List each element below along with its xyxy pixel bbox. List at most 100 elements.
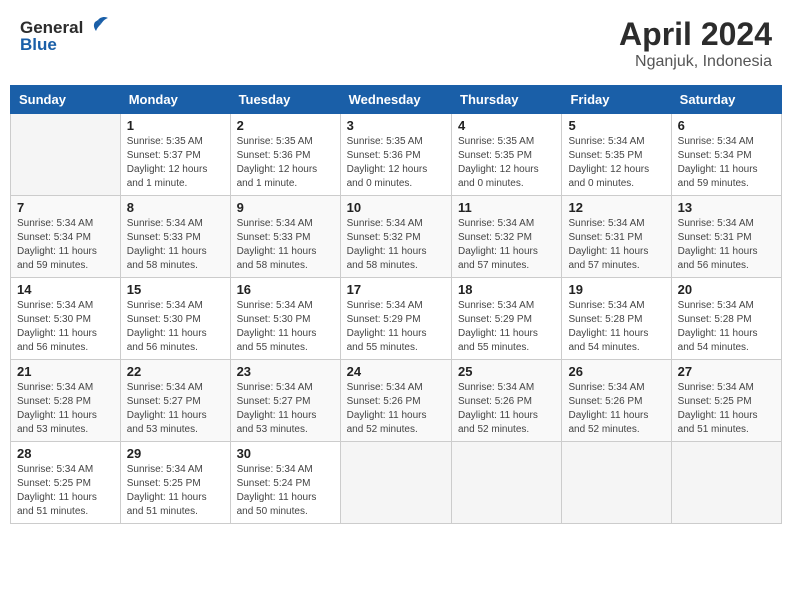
calendar-cell: 1Sunrise: 5:35 AMSunset: 5:37 PMDaylight… [120, 114, 230, 196]
calendar-cell: 16Sunrise: 5:34 AMSunset: 5:30 PMDayligh… [230, 278, 340, 360]
week-row-2: 7 Sunrise: 5:34 AMSunset: 5:34 PMDaylight… [11, 196, 782, 278]
logo-bird-icon [87, 16, 109, 39]
calendar-cell [340, 442, 451, 524]
day-info: Sunrise: 5:35 AMSunset: 5:35 PMDaylight:… [458, 135, 555, 191]
header: General Blue April 2024 Nganjuk, Indones… [10, 10, 782, 77]
day-number: 23 [237, 364, 334, 379]
day-info: Sunrise: 5:34 AMSunset: 5:32 PMDaylight:… [458, 217, 555, 273]
location: Nganjuk, Indonesia [619, 53, 772, 71]
day-info: Sunrise: 5:34 AMSunset: 5:33 PMDaylight:… [127, 217, 224, 273]
day-info: Sunrise: 5:34 AMSunset: 5:29 PMDaylight:… [458, 299, 555, 355]
calendar-cell: 19Sunrise: 5:34 AMSunset: 5:28 PMDayligh… [562, 278, 671, 360]
day-info: Sunrise: 5:34 AMSunset: 5:24 PMDaylight:… [237, 463, 334, 519]
day-number: 13 [678, 200, 775, 215]
day-info: Sunrise: 5:35 AMSunset: 5:36 PMDaylight:… [237, 135, 334, 191]
calendar-cell: 17 Sunrise: 5:34 AMSunset: 5:29 PMDayligh… [340, 278, 451, 360]
day-number: 6 [678, 118, 775, 133]
calendar: SundayMondayTuesdayWednesdayThursdayFrid… [10, 85, 782, 524]
calendar-cell [11, 114, 121, 196]
calendar-cell: 25 Sunrise: 5:34 AMSunset: 5:26 PMDayligh… [452, 360, 562, 442]
day-info: Sunrise: 5:34 AMSunset: 5:28 PMDaylight:… [678, 299, 775, 355]
day-number: 10 [347, 200, 445, 215]
day-info: Sunrise: 5:35 AMSunset: 5:36 PMDaylight:… [347, 135, 445, 191]
day-number: 18 [458, 282, 555, 297]
weekday-header-saturday: Saturday [671, 86, 781, 114]
calendar-cell: 2 Sunrise: 5:35 AMSunset: 5:36 PMDaylight… [230, 114, 340, 196]
calendar-cell: 8Sunrise: 5:34 AMSunset: 5:33 PMDaylight… [120, 196, 230, 278]
day-info: Sunrise: 5:34 AMSunset: 5:26 PMDaylight:… [347, 381, 445, 437]
day-info: Sunrise: 5:34 AMSunset: 5:28 PMDaylight:… [17, 381, 114, 437]
weekday-header-row: SundayMondayTuesdayWednesdayThursdayFrid… [11, 86, 782, 114]
title-area: April 2024 Nganjuk, Indonesia [619, 16, 772, 71]
day-info: Sunrise: 5:35 AMSunset: 5:37 PMDaylight:… [127, 135, 224, 191]
day-info: Sunrise: 5:34 AMSunset: 5:27 PMDaylight:… [127, 381, 224, 437]
day-info: Sunrise: 5:34 AMSunset: 5:25 PMDaylight:… [678, 381, 775, 437]
day-number: 12 [568, 200, 664, 215]
week-row-4: 21 Sunrise: 5:34 AMSunset: 5:28 PMDayligh… [11, 360, 782, 442]
calendar-cell: 21 Sunrise: 5:34 AMSunset: 5:28 PMDayligh… [11, 360, 121, 442]
calendar-cell: 12 Sunrise: 5:34 AMSunset: 5:31 PMDayligh… [562, 196, 671, 278]
week-row-5: 28 Sunrise: 5:34 AMSunset: 5:25 PMDayligh… [11, 442, 782, 524]
day-info: Sunrise: 5:34 AMSunset: 5:33 PMDaylight:… [237, 217, 334, 273]
calendar-cell: 20 Sunrise: 5:34 AMSunset: 5:28 PMDayligh… [671, 278, 781, 360]
day-number: 17 [347, 282, 445, 297]
day-number: 9 [237, 200, 334, 215]
calendar-cell: 13 Sunrise: 5:34 AMSunset: 5:31 PMDayligh… [671, 196, 781, 278]
day-info: Sunrise: 5:34 AMSunset: 5:26 PMDaylight:… [458, 381, 555, 437]
day-number: 24 [347, 364, 445, 379]
calendar-cell: 27 Sunrise: 5:34 AMSunset: 5:25 PMDayligh… [671, 360, 781, 442]
day-number: 15 [127, 282, 224, 297]
week-row-1: 1Sunrise: 5:35 AMSunset: 5:37 PMDaylight… [11, 114, 782, 196]
day-number: 22 [127, 364, 224, 379]
day-number: 26 [568, 364, 664, 379]
week-row-3: 14 Sunrise: 5:34 AMSunset: 5:30 PMDayligh… [11, 278, 782, 360]
day-number: 2 [237, 118, 334, 133]
month-title: April 2024 [619, 16, 772, 53]
day-number: 11 [458, 200, 555, 215]
day-number: 5 [568, 118, 664, 133]
day-info: Sunrise: 5:34 AMSunset: 5:31 PMDaylight:… [568, 217, 664, 273]
calendar-cell: 3Sunrise: 5:35 AMSunset: 5:36 PMDaylight… [340, 114, 451, 196]
day-number: 14 [17, 282, 114, 297]
weekday-header-monday: Monday [120, 86, 230, 114]
calendar-cell: 22 Sunrise: 5:34 AMSunset: 5:27 PMDayligh… [120, 360, 230, 442]
calendar-cell: 4 Sunrise: 5:35 AMSunset: 5:35 PMDaylight… [452, 114, 562, 196]
weekday-header-wednesday: Wednesday [340, 86, 451, 114]
day-info: Sunrise: 5:34 AMSunset: 5:30 PMDaylight:… [127, 299, 224, 355]
calendar-cell: 23Sunrise: 5:34 AMSunset: 5:27 PMDayligh… [230, 360, 340, 442]
calendar-cell: 24 Sunrise: 5:34 AMSunset: 5:26 PMDayligh… [340, 360, 451, 442]
logo: General Blue [20, 16, 109, 55]
day-number: 30 [237, 446, 334, 461]
calendar-cell: 9 Sunrise: 5:34 AMSunset: 5:33 PMDaylight… [230, 196, 340, 278]
calendar-cell: 11 Sunrise: 5:34 AMSunset: 5:32 PMDayligh… [452, 196, 562, 278]
day-info: Sunrise: 5:34 AMSunset: 5:25 PMDaylight:… [17, 463, 114, 519]
calendar-cell [452, 442, 562, 524]
day-number: 25 [458, 364, 555, 379]
day-number: 19 [568, 282, 664, 297]
day-info: Sunrise: 5:34 AMSunset: 5:34 PMDaylight:… [678, 135, 775, 191]
day-info: Sunrise: 5:34 AMSunset: 5:25 PMDaylight:… [127, 463, 224, 519]
day-number: 4 [458, 118, 555, 133]
day-info: Sunrise: 5:34 AMSunset: 5:31 PMDaylight:… [678, 217, 775, 273]
day-number: 29 [127, 446, 224, 461]
calendar-cell: 15 Sunrise: 5:34 AMSunset: 5:30 PMDayligh… [120, 278, 230, 360]
day-number: 28 [17, 446, 114, 461]
calendar-cell: 7 Sunrise: 5:34 AMSunset: 5:34 PMDaylight… [11, 196, 121, 278]
logo-blue: Blue [20, 35, 57, 55]
day-number: 20 [678, 282, 775, 297]
calendar-cell: 29 Sunrise: 5:34 AMSunset: 5:25 PMDayligh… [120, 442, 230, 524]
day-number: 7 [17, 200, 114, 215]
day-number: 27 [678, 364, 775, 379]
calendar-cell: 28 Sunrise: 5:34 AMSunset: 5:25 PMDayligh… [11, 442, 121, 524]
calendar-cell: 10Sunrise: 5:34 AMSunset: 5:32 PMDayligh… [340, 196, 451, 278]
day-number: 21 [17, 364, 114, 379]
weekday-header-sunday: Sunday [11, 86, 121, 114]
day-info: Sunrise: 5:34 AMSunset: 5:34 PMDaylight:… [17, 217, 114, 273]
day-number: 16 [237, 282, 334, 297]
day-info: Sunrise: 5:34 AMSunset: 5:29 PMDaylight:… [347, 299, 445, 355]
calendar-cell: 6 Sunrise: 5:34 AMSunset: 5:34 PMDaylight… [671, 114, 781, 196]
weekday-header-friday: Friday [562, 86, 671, 114]
calendar-cell: 14Sunrise: 5:34 AMSunset: 5:30 PMDayligh… [11, 278, 121, 360]
calendar-cell: 5Sunrise: 5:34 AMSunset: 5:35 PMDaylight… [562, 114, 671, 196]
calendar-cell [562, 442, 671, 524]
